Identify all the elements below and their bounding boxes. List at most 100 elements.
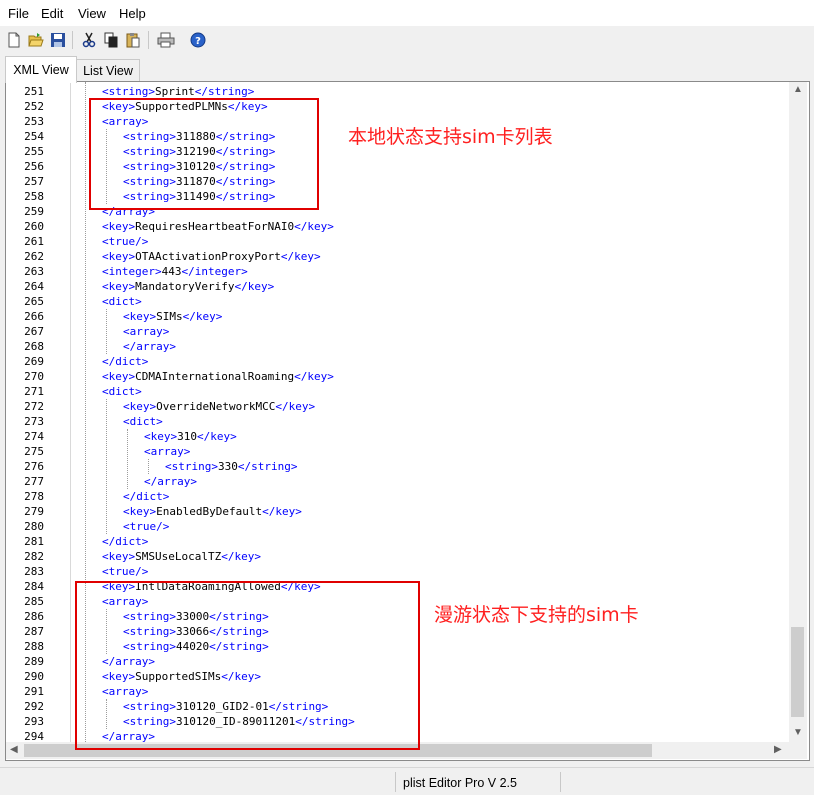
line-number: 269	[24, 355, 44, 368]
line-number: 256	[24, 160, 44, 173]
tab-label: XML View	[13, 63, 69, 77]
line-number: 251	[24, 85, 44, 98]
cut-icon[interactable]	[78, 29, 100, 51]
line-number: 286	[24, 610, 44, 623]
line-number: 260	[24, 220, 44, 233]
local-sim-annotation: 本地状态支持sim卡列表	[348, 126, 553, 148]
code-line[interactable]: 281 </dict>	[6, 534, 789, 549]
line-number: 268	[24, 340, 44, 353]
line-number: 252	[24, 100, 44, 113]
menu-file[interactable]: File	[8, 6, 29, 21]
line-number: 294	[24, 730, 44, 742]
code-line[interactable]: 262 <key>OTAActivationProxyPort</key>	[6, 249, 789, 264]
code-line[interactable]: 274 <key>310</key>	[6, 429, 789, 444]
code-line[interactable]: 276 <string>330</string>	[6, 459, 789, 474]
menu-edit[interactable]: Edit	[41, 6, 63, 21]
code-line[interactable]: 277 </array>	[6, 474, 789, 489]
code-text: <string>330</string>	[165, 460, 298, 473]
code-line[interactable]: 251 <string>Sprint</string>	[6, 84, 789, 99]
new-icon[interactable]	[3, 29, 25, 51]
code-text: </dict>	[123, 490, 170, 503]
scroll-up-icon[interactable]: ▲	[793, 84, 803, 95]
code-line[interactable]: 265 <dict>	[6, 294, 789, 309]
code-text: <array>	[123, 325, 170, 338]
indent-guide	[106, 309, 107, 354]
scroll-corner	[789, 742, 807, 759]
code-line[interactable]: 283 <true/>	[6, 564, 789, 579]
menu-help[interactable]: Help	[119, 6, 146, 21]
line-number: 265	[24, 295, 44, 308]
scroll-left-icon[interactable]: ◀	[10, 744, 18, 755]
vertical-scrollbar[interactable]: ▲ ▼	[789, 82, 807, 742]
line-number: 291	[24, 685, 44, 698]
code-line[interactable]: 278 </dict>	[6, 489, 789, 504]
code-line[interactable]: 273 <dict>	[6, 414, 789, 429]
code-line[interactable]: 270 <key>CDMAInternationalRoaming</key>	[6, 369, 789, 384]
code-line[interactable]: 280 <true/>	[6, 519, 789, 534]
code-text: <key>RequiresHeartbeatForNAI0</key>	[102, 220, 334, 233]
line-number: 254	[24, 130, 44, 143]
code-text: </array>	[123, 340, 176, 353]
code-text: <dict>	[123, 415, 163, 428]
tab-xml-view[interactable]: XML View	[5, 56, 77, 83]
scroll-thumb[interactable]	[791, 627, 804, 717]
code-text: <key>CDMAInternationalRoaming</key>	[102, 370, 334, 383]
line-number: 275	[24, 445, 44, 458]
line-number: 284	[24, 580, 44, 593]
open-icon[interactable]	[25, 29, 47, 51]
scroll-right-icon[interactable]: ▶	[774, 744, 782, 755]
line-number: 292	[24, 700, 44, 713]
line-number: 281	[24, 535, 44, 548]
code-line[interactable]: 263 <integer>443</integer>	[6, 264, 789, 279]
code-text: <key>MandatoryVerify</key>	[102, 280, 275, 293]
indent-guide	[106, 399, 107, 534]
code-line[interactable]: 275 <array>	[6, 444, 789, 459]
indent-guide	[148, 459, 149, 474]
code-line[interactable]: 267 <array>	[6, 324, 789, 339]
line-number: 259	[24, 205, 44, 218]
menu-view[interactable]: View	[78, 6, 106, 21]
code-line[interactable]: 261 <true/>	[6, 234, 789, 249]
copy-icon[interactable]	[100, 29, 122, 51]
code-text: <key>SMSUseLocalTZ</key>	[102, 550, 261, 563]
line-number: 257	[24, 175, 44, 188]
code-text: <key>310</key>	[144, 430, 237, 443]
print-icon[interactable]	[155, 29, 177, 51]
code-line[interactable]: 282 <key>SMSUseLocalTZ</key>	[6, 549, 789, 564]
svg-text:?: ?	[195, 36, 201, 47]
line-number: 263	[24, 265, 44, 278]
toolbar: ?	[0, 27, 814, 53]
line-number: 277	[24, 475, 44, 488]
code-text: <string>Sprint</string>	[102, 85, 255, 98]
code-line[interactable]: 269 </dict>	[6, 354, 789, 369]
line-number: 290	[24, 670, 44, 683]
help-icon[interactable]: ?	[187, 29, 209, 51]
line-number: 264	[24, 280, 44, 293]
code-line[interactable]: 268 </array>	[6, 339, 789, 354]
code-line[interactable]: 272 <key>OverrideNetworkMCC</key>	[6, 399, 789, 414]
line-number: 267	[24, 325, 44, 338]
code-text: <key>OverrideNetworkMCC</key>	[123, 400, 316, 413]
line-number: 293	[24, 715, 44, 728]
code-line[interactable]: 260 <key>RequiresHeartbeatForNAI0</key>	[6, 219, 789, 234]
line-number: 278	[24, 490, 44, 503]
line-number: 280	[24, 520, 44, 533]
line-number: 261	[24, 235, 44, 248]
line-number: 274	[24, 430, 44, 443]
save-icon[interactable]	[47, 29, 69, 51]
paste-icon[interactable]	[122, 29, 144, 51]
indent-guide	[127, 429, 128, 489]
roaming-sim-annotation: 漫游状态下支持的sim卡	[434, 604, 639, 626]
code-line[interactable]: 279 <key>EnabledByDefault</key>	[6, 504, 789, 519]
scroll-down-icon[interactable]: ▼	[793, 727, 803, 738]
line-number: 258	[24, 190, 44, 203]
line-number: 276	[24, 460, 44, 473]
code-line[interactable]: 264 <key>MandatoryVerify</key>	[6, 279, 789, 294]
tab-list-view[interactable]: List View	[76, 59, 140, 82]
code-line[interactable]: 266 <key>SIMs</key>	[6, 309, 789, 324]
line-number: 285	[24, 595, 44, 608]
line-number: 255	[24, 145, 44, 158]
line-number: 282	[24, 550, 44, 563]
line-number: 270	[24, 370, 44, 383]
code-line[interactable]: 271 <dict>	[6, 384, 789, 399]
